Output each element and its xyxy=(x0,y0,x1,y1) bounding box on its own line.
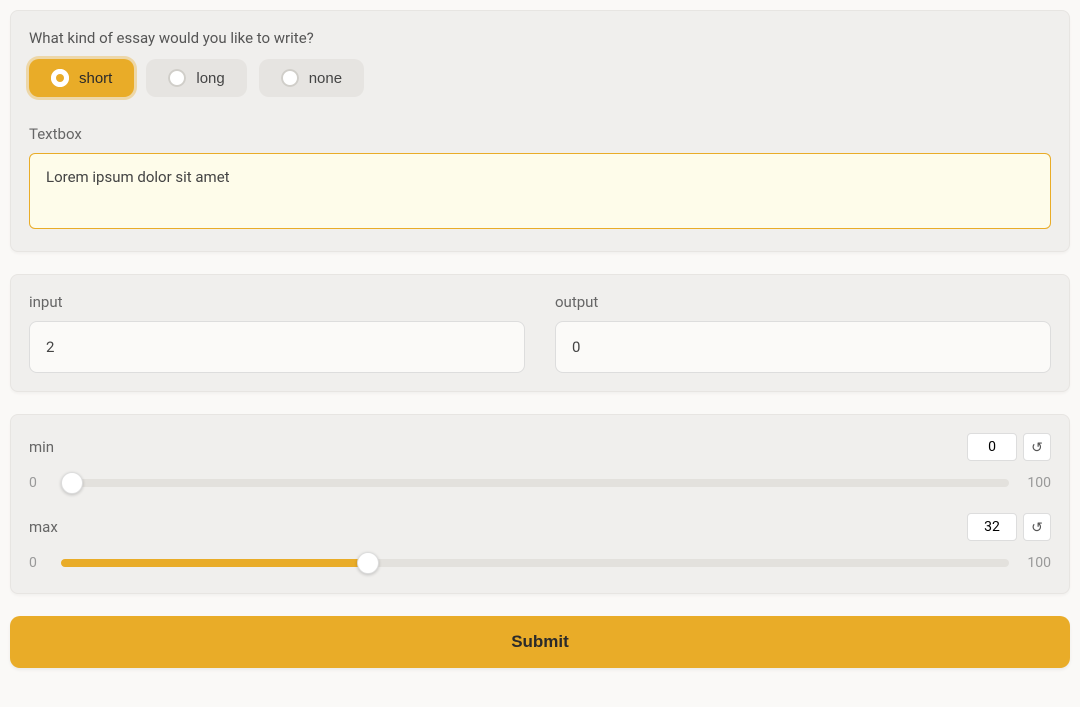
io-panel: input output xyxy=(10,274,1070,392)
min-value-input[interactable] xyxy=(967,433,1017,461)
min-slider-low-tick: 0 xyxy=(29,475,49,491)
min-reset-button[interactable]: ↺ xyxy=(1023,433,1051,461)
radio-none-label: none xyxy=(309,70,342,87)
max-slider-high-tick: 100 xyxy=(1021,555,1051,571)
radio-none[interactable]: none xyxy=(259,59,364,97)
min-slider-label: min xyxy=(29,438,54,456)
undo-icon: ↺ xyxy=(1031,439,1043,456)
input-column: input xyxy=(29,293,525,373)
radio-dot-icon xyxy=(51,69,69,87)
max-slider-label: max xyxy=(29,518,58,536)
sliders-panel: min ↺ 0 100 max ↺ 0 100 xyxy=(10,414,1070,594)
radio-short[interactable]: short xyxy=(29,59,134,97)
output-field[interactable] xyxy=(555,321,1051,373)
radio-long-label: long xyxy=(196,70,224,87)
min-slider-high-tick: 100 xyxy=(1021,475,1051,491)
textbox-label: Textbox xyxy=(29,125,1051,143)
radio-long[interactable]: long xyxy=(146,59,246,97)
radio-short-label: short xyxy=(79,70,112,87)
max-slider-low-tick: 0 xyxy=(29,555,49,571)
input-label: input xyxy=(29,293,525,311)
essay-panel: What kind of essay would you like to wri… xyxy=(10,10,1070,252)
radio-dot-icon xyxy=(168,69,186,87)
min-slider[interactable] xyxy=(61,479,1009,487)
max-value-input[interactable] xyxy=(967,513,1017,541)
max-reset-button[interactable]: ↺ xyxy=(1023,513,1051,541)
essay-textbox[interactable] xyxy=(29,153,1051,229)
radio-dot-icon xyxy=(281,69,299,87)
max-slider[interactable] xyxy=(61,559,1009,567)
input-field[interactable] xyxy=(29,321,525,373)
undo-icon: ↺ xyxy=(1031,519,1043,536)
output-label: output xyxy=(555,293,1051,311)
essay-question-label: What kind of essay would you like to wri… xyxy=(29,29,1051,47)
submit-button[interactable]: Submit xyxy=(10,616,1070,668)
essay-type-radio-group: short long none xyxy=(29,59,1051,97)
output-column: output xyxy=(555,293,1051,373)
